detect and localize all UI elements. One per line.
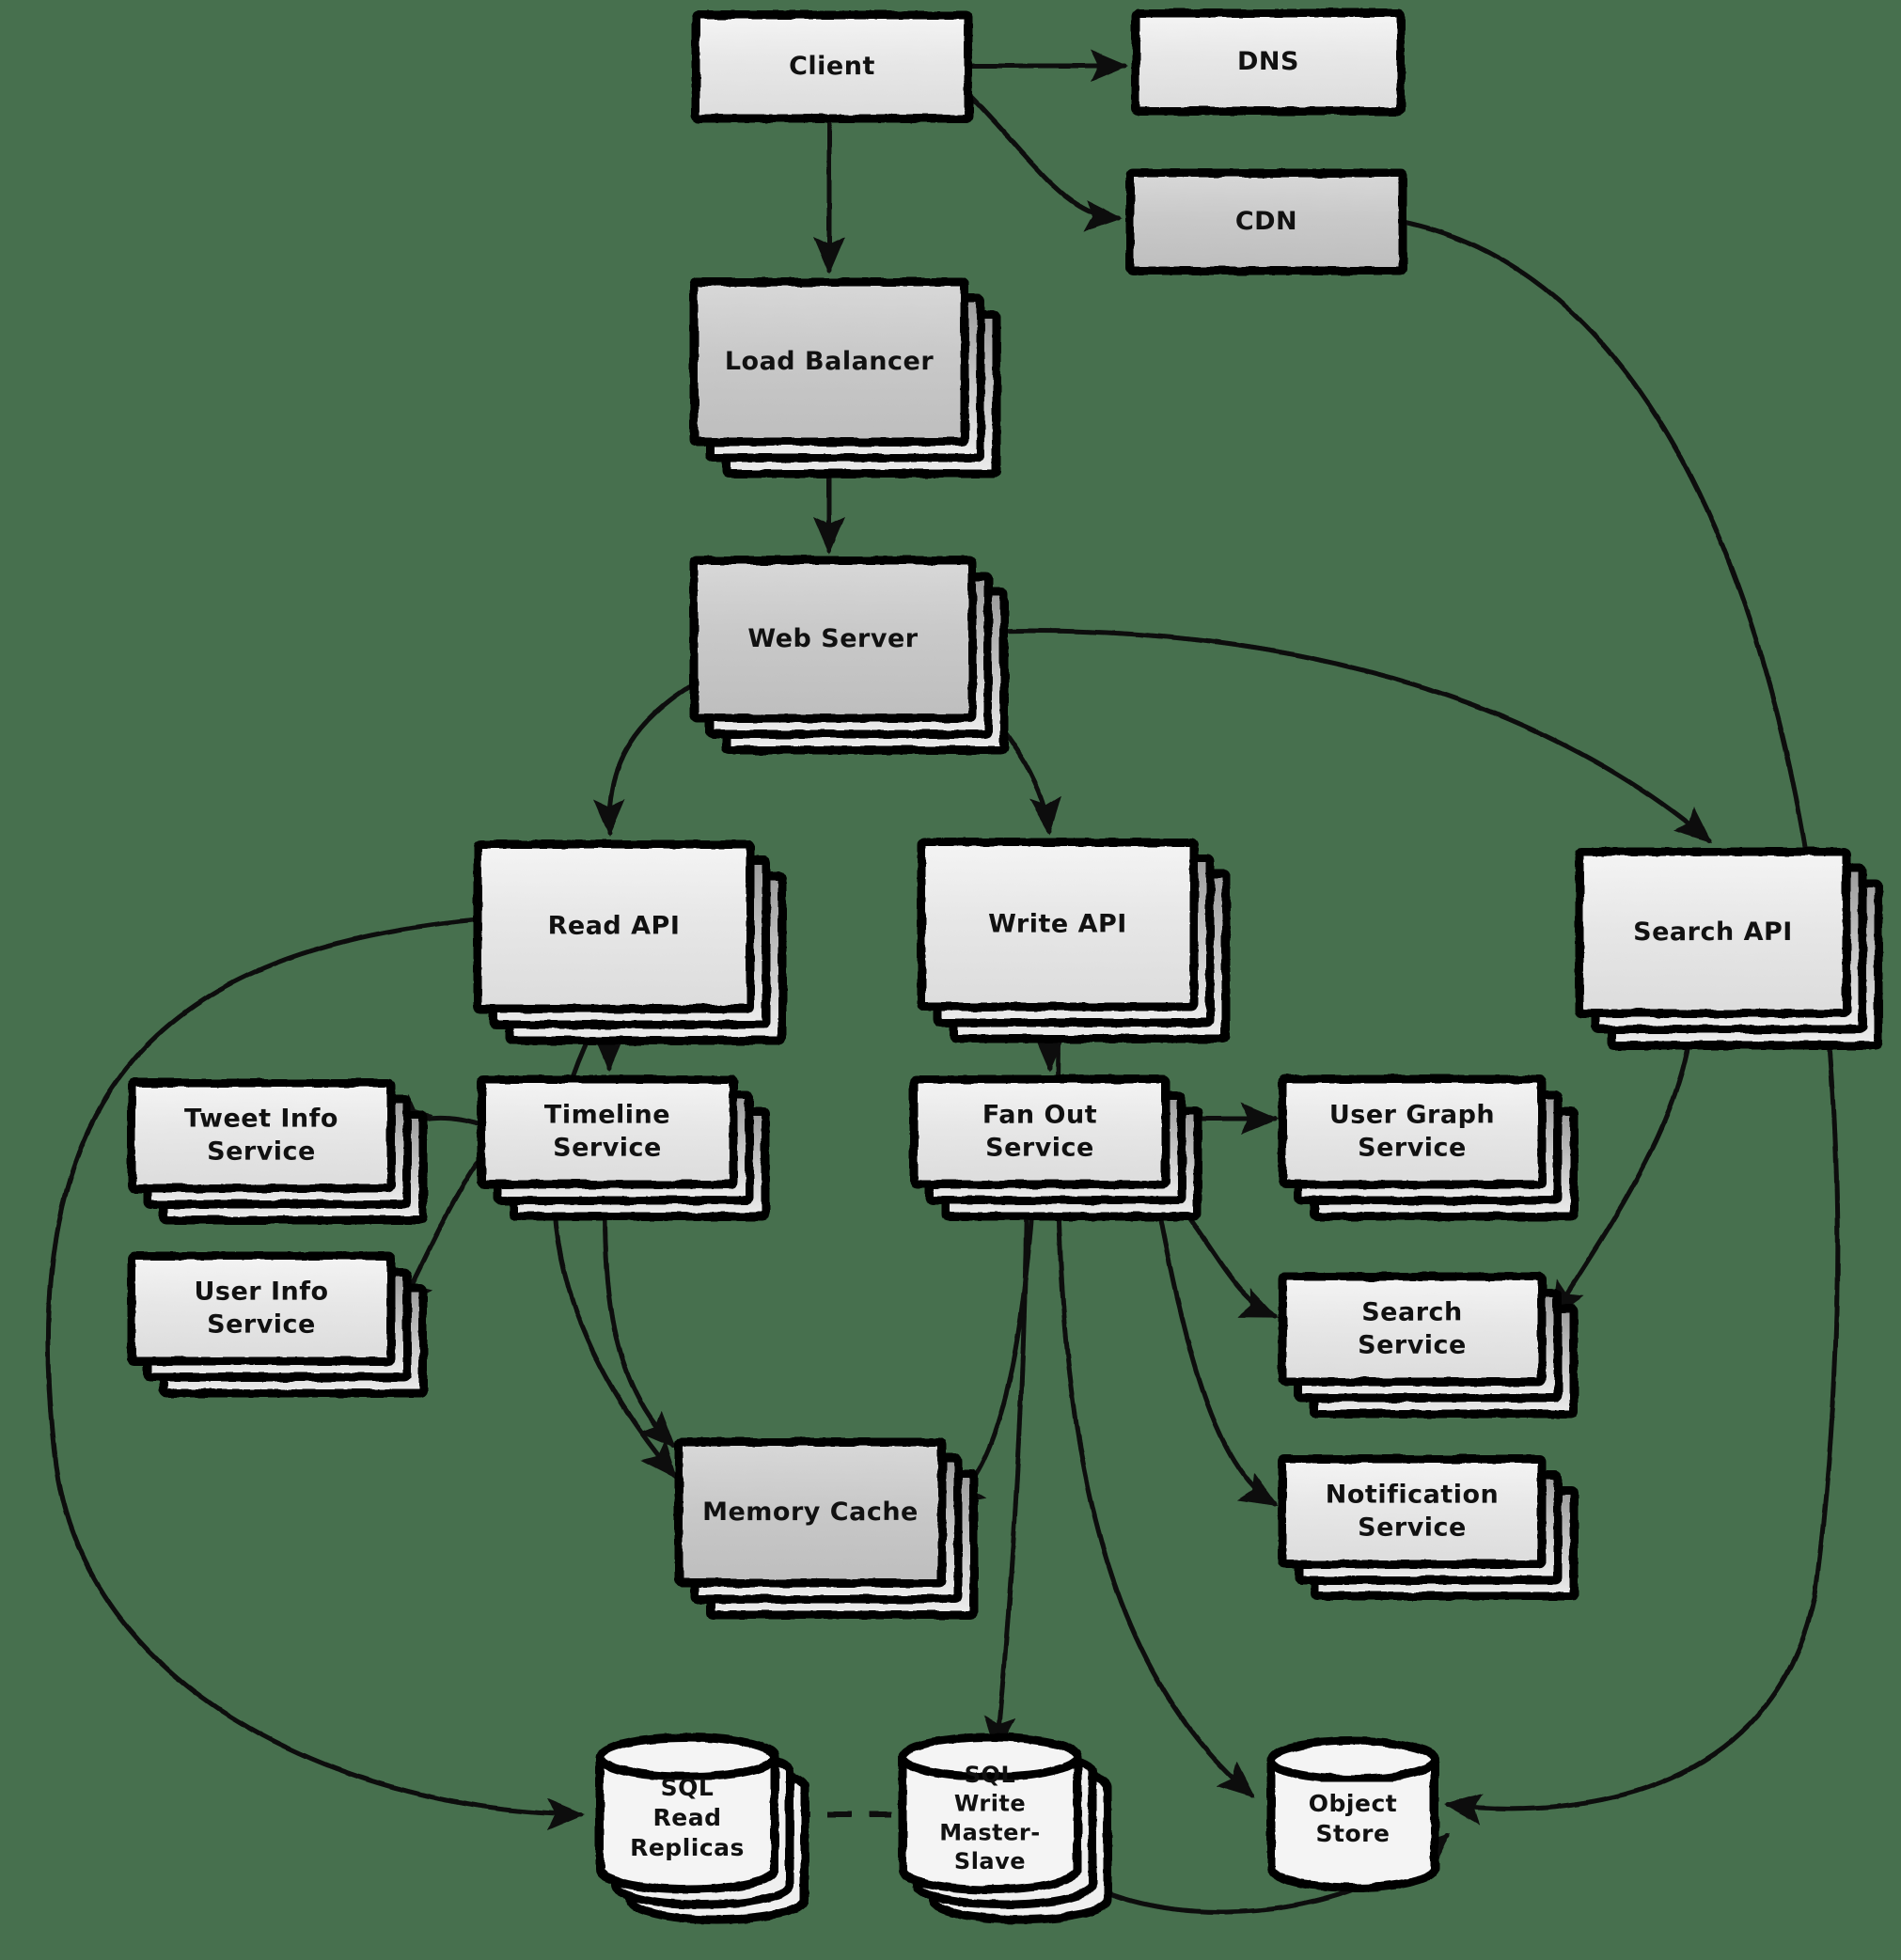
node-search_svc[interactable]: Search Service [1278,1272,1579,1419]
node-user_graph[interactable]: User Graph Service [1278,1074,1579,1221]
node-dns[interactable]: DNS [1131,8,1406,116]
node-label: Client [789,52,875,81]
node-write_api[interactable]: Write API [917,838,1231,1043]
node-label: Read API [548,911,681,940]
node-memory_cache[interactable]: Memory Cache [674,1437,979,1620]
edge-fan_out-to-notification [1152,1184,1279,1507]
node-cdn[interactable]: CDN [1125,168,1407,275]
node-user_info[interactable]: User Info Service [127,1251,428,1398]
edge-fan_out-to-sql_write [983,1185,1029,1754]
node-load_balancer[interactable]: Load Balancer [689,277,1001,478]
node-notification[interactable]: Notification Service [1278,1454,1579,1601]
node-label: DNS [1237,47,1299,76]
node-read_api[interactable]: Read API [473,839,787,1045]
node-client[interactable]: Client [691,10,973,123]
node-tweet_info[interactable]: Tweet Info Service [127,1078,428,1225]
node-fan_out[interactable]: Fan Out Service [909,1074,1202,1221]
diagram-canvas: Client DNS CDN Load Balancer Web Server Read … [0,0,1901,1960]
node-label: CDN [1235,207,1297,236]
node-sql_write[interactable]: SQL Write Master-Slave [898,1733,1112,1924]
node-timeline[interactable]: Timeline Service [477,1074,770,1221]
node-label: Search API [1633,917,1793,947]
node-search_api[interactable]: Search API [1575,847,1883,1050]
edge-timeline-to-memory_cache [603,1182,676,1449]
node-sql_read[interactable]: SQL Read Replicas [595,1733,809,1924]
node-label: Web Server [747,624,918,653]
node-label: Load Balancer [725,347,935,376]
edge-web_server-to-search_api [971,628,1713,843]
node-label: Write API [988,909,1127,938]
node-label: Memory Cache [702,1497,919,1527]
node-web_server[interactable]: Web Server [689,556,1009,755]
edge-client-to-cdn [966,91,1123,232]
node-object_store[interactable]: Object Store [1266,1736,1439,1892]
architecture-diagram: Client DNS CDN Load Balancer Web Server Read … [45,8,1883,1924]
